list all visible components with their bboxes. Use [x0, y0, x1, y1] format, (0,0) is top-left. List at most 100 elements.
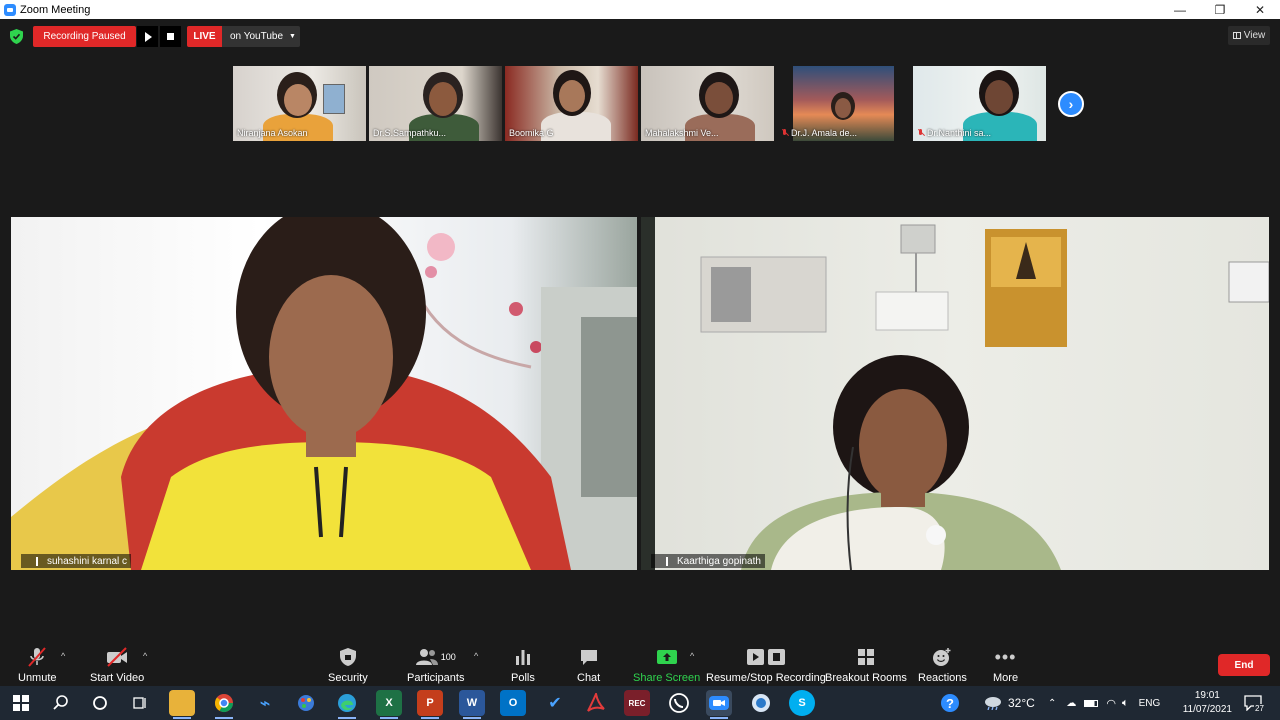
whatsapp-icon[interactable]: [666, 690, 692, 716]
end-meeting-button[interactable]: End: [1218, 654, 1270, 676]
zoom-app-icon: [4, 3, 16, 16]
security-label: Security: [328, 672, 368, 684]
polls-label: Polls: [511, 672, 535, 684]
live-badge: LIVE: [187, 26, 222, 47]
participant-thumbnail[interactable]: Dr.J. Amala de...: [777, 66, 910, 141]
participant-thumbnail[interactable]: Mahalakshmi Ve...: [641, 66, 774, 141]
pin-icon: [36, 556, 43, 566]
participants-options-caret[interactable]: ^: [474, 651, 478, 661]
background-decor: [11, 217, 637, 570]
screen-recorder-icon[interactable]: REC: [624, 690, 650, 716]
participants-icon: [415, 649, 438, 665]
share-screen-button[interactable]: Share Screen: [633, 644, 700, 684]
resume-stop-recording-button[interactable]: Resume/Stop Recording: [706, 644, 826, 684]
paint-icon[interactable]: [293, 690, 319, 716]
system-clock[interactable]: 19:01 11/07/2021: [1183, 689, 1232, 717]
background-decor: [641, 217, 1269, 570]
onedrive-icon[interactable]: ☁: [1066, 698, 1076, 709]
more-label: More: [993, 672, 1019, 684]
resume-recording-button[interactable]: [137, 26, 158, 47]
volume-icon[interactable]: 🔈︎: [1122, 697, 1129, 710]
share-screen-icon: [656, 650, 677, 664]
vscode-icon[interactable]: ⌁: [252, 690, 278, 716]
meeting-topbar: Recording Paused LIVE on YouTube ▼ View: [0, 19, 1280, 61]
polls-button[interactable]: Polls: [511, 644, 535, 684]
encryption-shield-icon[interactable]: [10, 29, 23, 44]
reactions-label: Reactions: [918, 672, 967, 684]
participants-count: 100: [440, 652, 456, 662]
video-tile[interactable]: Kaarthiga gopinath: [641, 217, 1269, 570]
breakout-rooms-button[interactable]: Breakout Rooms: [825, 644, 907, 684]
cloud-rain-icon: [985, 697, 1001, 710]
security-button[interactable]: Security: [328, 644, 368, 684]
todo-check-icon[interactable]: ✔: [542, 690, 568, 716]
wifi-icon[interactable]: ◠: [1106, 697, 1116, 710]
window-title: Zoom Meeting: [20, 3, 91, 16]
chat-icon: [580, 650, 597, 665]
start-video-label: Start Video: [90, 672, 145, 684]
view-button[interactable]: View: [1228, 26, 1270, 45]
task-view-icon[interactable]: [127, 690, 153, 716]
notification-center-icon[interactable]: 27: [1244, 686, 1273, 720]
participant-name-label: Kaarthiga gopinath: [651, 554, 765, 568]
muted-mic-icon: [655, 557, 663, 566]
next-page-button[interactable]: ›: [1058, 91, 1084, 117]
participant-name: Mahalakshmi Ve...: [645, 128, 719, 138]
windows-start-icon[interactable]: [8, 690, 34, 716]
battery-icon[interactable]: [1084, 699, 1099, 707]
chat-button[interactable]: Chat: [577, 644, 600, 684]
excel-icon[interactable]: X: [376, 690, 402, 719]
more-button[interactable]: ••• More: [993, 644, 1019, 685]
show-hidden-icons-chevron-icon[interactable]: ⌃: [1048, 698, 1056, 709]
weather-temperature: 32°C: [1008, 696, 1035, 710]
video-tile[interactable]: suhashini karnal c: [11, 217, 637, 570]
video-options-caret[interactable]: ^: [143, 651, 147, 661]
chrome-icon[interactable]: [211, 690, 237, 719]
search-icon[interactable]: [48, 690, 74, 716]
notification-count: 27: [1254, 703, 1265, 713]
share-screen-label: Share Screen: [633, 672, 701, 684]
weather-widget[interactable]: 32°C: [984, 686, 1035, 720]
skype-icon[interactable]: S: [789, 690, 815, 716]
view-label: View: [1243, 30, 1266, 41]
file-explorer-icon[interactable]: [169, 690, 195, 719]
caret-down-icon: ▼: [289, 33, 296, 40]
video-off-icon: [107, 647, 128, 667]
network-app-icon[interactable]: [748, 690, 774, 716]
zoom-taskbar-icon[interactable]: [706, 690, 732, 719]
clock-date: 11/07/2021: [1182, 704, 1232, 715]
participants-label: Participants: [407, 672, 465, 684]
unmute-button[interactable]: Unmute: [18, 644, 57, 684]
share-options-caret[interactable]: ^: [690, 651, 694, 661]
unmute-label: Unmute: [18, 672, 57, 684]
window-controls: — ❐ ✕: [1160, 0, 1280, 19]
live-destination-dropdown[interactable]: on YouTube ▼: [222, 26, 300, 47]
help-icon[interactable]: ?: [940, 686, 960, 720]
minimize-button[interactable]: —: [1160, 0, 1200, 19]
breakout-rooms-icon: [857, 649, 874, 665]
powerpoint-icon[interactable]: P: [417, 690, 443, 719]
cortana-icon[interactable]: [87, 690, 113, 716]
audio-options-caret[interactable]: ^: [61, 651, 65, 661]
close-button[interactable]: ✕: [1240, 0, 1280, 19]
participant-name: Dr.S.Sampathku...: [373, 128, 447, 138]
reactions-button[interactable]: Reactions: [918, 644, 967, 684]
stop-recording-button[interactable]: [160, 26, 181, 47]
start-video-button[interactable]: Start Video: [90, 644, 144, 684]
input-language[interactable]: ENG: [1139, 698, 1161, 709]
participant-thumbnail[interactable]: Niranjana Asokan: [233, 66, 366, 141]
participant-thumbnail[interactable]: Boomika G: [505, 66, 638, 141]
acrobat-icon[interactable]: [583, 690, 609, 716]
participant-thumbnail[interactable]: Dr.Nanthini sa...: [913, 66, 1046, 141]
live-destination-label: on YouTube: [230, 31, 284, 42]
participant-name: Boomika G: [509, 128, 554, 138]
edge-icon[interactable]: [334, 690, 360, 719]
participant-thumbnail[interactable]: Dr.S.Sampathku...: [369, 66, 502, 141]
word-icon[interactable]: W: [459, 690, 485, 719]
chevron-right-icon: ›: [1068, 96, 1074, 112]
outlook-icon[interactable]: O: [500, 690, 526, 716]
muted-mic-icon: [917, 129, 924, 137]
restore-button[interactable]: ❐: [1200, 0, 1240, 19]
participants-button[interactable]: 100 Participants: [407, 644, 464, 684]
recording-controls-icon: [746, 649, 785, 665]
